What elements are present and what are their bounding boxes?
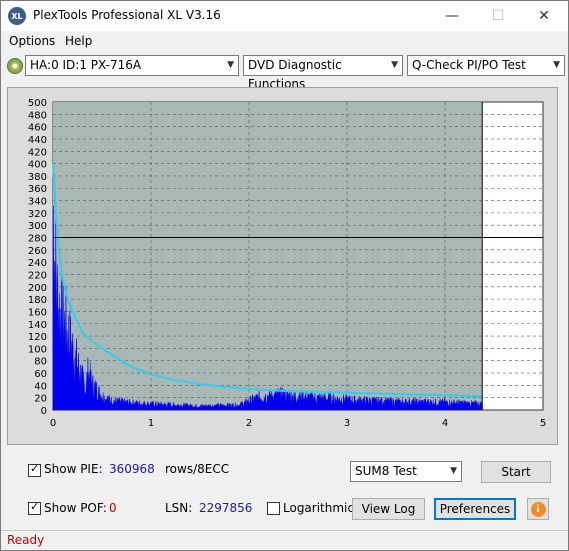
y-tick-label: 200 <box>28 283 47 294</box>
chart-panel: 0 20 40 60 80 100 120 140 160 180 200 220 240 260 280 3… <box>7 87 558 445</box>
y-tick-label: 420 <box>28 147 47 158</box>
y-tick-label: 20 <box>34 394 47 405</box>
y-tick-label: 340 <box>28 197 47 208</box>
lsn-label: LSN: <box>165 501 193 515</box>
menu-bar: Options Help <box>1 31 568 51</box>
y-tick-label: 400 <box>28 160 47 171</box>
y-tick-label: 460 <box>28 123 47 134</box>
x-tick-label: 1 <box>148 418 154 429</box>
y-tick-label: 500 <box>28 98 47 109</box>
x-tick-label: 2 <box>246 418 252 429</box>
status-bar: Ready <box>1 530 568 550</box>
x-tick-label: 5 <box>540 418 546 429</box>
info-button[interactable]: i <box>527 498 549 520</box>
app-window: XL PlexTools Professional XL V3.16 — ☐ ✕… <box>0 0 569 551</box>
chevron-down-icon: ▼ <box>553 60 560 70</box>
y-tick-label: 180 <box>28 295 47 306</box>
menu-options[interactable]: Options <box>9 34 55 48</box>
drive-select-value: HA:0 ID:1 PX-716A <box>30 58 142 72</box>
y-tick-label: 320 <box>28 209 47 220</box>
chevron-down-icon: ▼ <box>450 466 457 476</box>
view-log-button[interactable]: View Log <box>352 498 425 520</box>
preferences-button[interactable]: Preferences <box>434 498 516 520</box>
show-pof-label: Show POF: <box>44 501 107 515</box>
y-tick-label: 300 <box>28 221 47 232</box>
status-text: Ready <box>7 533 45 547</box>
pie-value: 360968 <box>109 462 155 476</box>
y-tick-label: 80 <box>34 357 47 368</box>
x-tick-label: 3 <box>344 418 350 429</box>
show-pie-label: Show PIE: <box>44 462 103 476</box>
window-title: PlexTools Professional XL V3.16 <box>33 8 221 22</box>
controls-panel: Show PIE: 360968 rows/8ECC Show POF: 0 L… <box>7 449 558 525</box>
x-tick-label: 4 <box>442 418 448 429</box>
show-pof-checkbox[interactable] <box>28 500 41 515</box>
menu-help[interactable]: Help <box>65 34 92 48</box>
y-tick-label: 60 <box>34 369 47 380</box>
lsn-value: 2297856 <box>199 501 253 515</box>
y-tick-label: 220 <box>28 270 47 281</box>
tested-region <box>53 102 483 410</box>
sum8-test-select-value: SUM8 Test <box>355 464 417 478</box>
logarithmic-checkbox[interactable] <box>267 502 280 515</box>
pie-chart: 0204060801001201401601802002202402602803… <box>28 98 546 429</box>
maximize-button[interactable]: ☐ <box>475 1 521 31</box>
y-tick-label: 140 <box>28 320 47 331</box>
y-tick-label: 380 <box>28 172 47 183</box>
drive-select[interactable]: HA:0 ID:1 PX-716A ▼ <box>25 55 239 76</box>
title-bar: XL PlexTools Professional XL V3.16 — ☐ ✕ <box>1 1 568 31</box>
rows-label: rows/8ECC <box>165 462 230 476</box>
y-tick-label: 480 <box>28 110 47 121</box>
test-select[interactable]: Q-Check PI/PO Test ▼ <box>407 55 565 76</box>
sum8-test-select[interactable]: SUM8 Test ▼ <box>350 461 462 482</box>
app-logo-icon: XL <box>8 7 26 25</box>
y-tick-label: 240 <box>28 258 47 269</box>
chevron-down-icon: ▼ <box>391 60 398 70</box>
y-tick-label: 40 <box>34 381 47 392</box>
logarithmic-label: Logarithmic <box>283 501 354 515</box>
toolbar: HA:0 ID:1 PX-716A ▼ DVD Diagnostic Funct… <box>1 52 568 91</box>
y-tick-label: 120 <box>28 332 47 343</box>
y-tick-label: 440 <box>28 135 47 146</box>
info-icon: i <box>530 501 546 517</box>
minimize-button[interactable]: — <box>429 1 475 31</box>
y-tick-label: 0 <box>41 406 47 417</box>
y-tick-label: 160 <box>28 307 47 318</box>
close-button[interactable]: ✕ <box>521 1 567 31</box>
y-tick-label: 280 <box>28 234 47 245</box>
y-tick-label: 360 <box>28 184 47 195</box>
chevron-down-icon: ▼ <box>227 60 234 70</box>
y-tick-label: 100 <box>28 344 47 355</box>
start-button[interactable]: Start <box>481 461 551 483</box>
pof-value: 0 <box>109 501 117 515</box>
test-select-value: Q-Check PI/PO Test <box>412 58 526 72</box>
disc-icon <box>7 58 23 74</box>
x-tick-label: 0 <box>50 418 56 429</box>
function-select[interactable]: DVD Diagnostic Functions ▼ <box>243 55 403 91</box>
y-tick-label: 260 <box>28 246 47 257</box>
show-pie-checkbox[interactable] <box>28 462 41 477</box>
